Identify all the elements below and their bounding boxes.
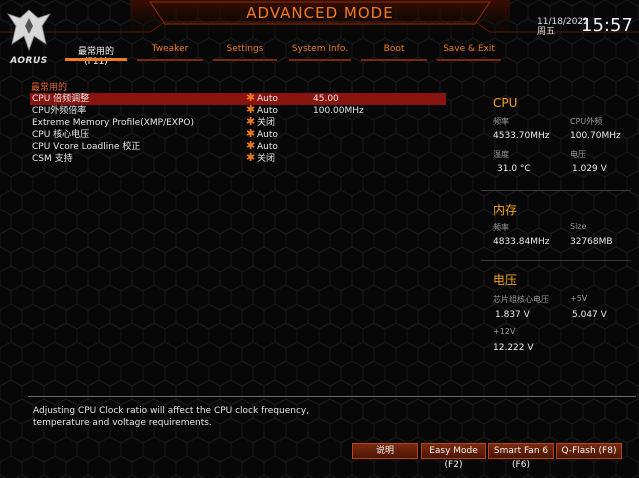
setting-row-cpu-ratio[interactable]: CPU 倍频调整 ✱ Auto 45.00 — [30, 92, 446, 105]
tab-save-exit[interactable]: Save & Exit — [437, 44, 501, 61]
memory-freq-value: 4833.84MHz — [493, 237, 550, 247]
mode-banner: ADVANCED MODE — [150, 0, 490, 28]
smart-fan-button[interactable]: Smart Fan 6 (F6) — [488, 443, 554, 470]
cpu-freq-value: 4533.70MHz — [493, 131, 550, 141]
memory-size-label: Size — [570, 222, 587, 231]
setting-row-cpu-bclk[interactable]: CPU外频倍率 ✱ Auto 100.00MHz — [30, 104, 446, 117]
setting-label: CPU外频倍率 — [32, 106, 87, 116]
help-divider — [28, 396, 636, 397]
time-display: 15:57 — [581, 15, 633, 36]
memory-size-value: 32768MB — [570, 237, 613, 247]
help-button[interactable]: 说明 — [352, 443, 418, 459]
tab-boot[interactable]: Boot — [361, 44, 427, 61]
eagle-icon — [7, 9, 51, 52]
memory-panel-title: 内存 — [493, 203, 518, 217]
cpu-temp-label: 温度 — [493, 150, 509, 159]
section-title: 最常用的 — [31, 83, 68, 93]
cpu-bclk-value: 100.70MHz — [570, 131, 621, 141]
setting-value[interactable]: 关闭 — [257, 153, 275, 165]
mode-title: ADVANCED MODE — [246, 4, 394, 22]
panel-divider — [481, 190, 631, 191]
setting-current-value: 45.00 — [313, 94, 339, 104]
setting-label: Extreme Memory Profile(XMP/EXPO) — [32, 118, 194, 128]
tab-favorites[interactable]: 最常用的 (F11) — [65, 44, 127, 67]
cpu-freq-label: 频率 — [493, 117, 509, 126]
qflash-button[interactable]: Q-Flash (F8) — [556, 443, 622, 459]
help-text: Adjusting CPU Clock ratio will affect th… — [33, 406, 310, 428]
memory-freq-label: 频率 — [493, 223, 509, 232]
chipset-voltage-value: 1.837 V — [495, 310, 530, 320]
tab-tweaker[interactable]: Tweaker — [137, 44, 203, 61]
voltage-panel-title: 电压 — [493, 273, 518, 287]
setting-row-vcore[interactable]: CPU 核心电压 ✱ Auto — [30, 128, 446, 141]
setting-label: CPU 倍频调整 — [32, 94, 90, 104]
chipset-voltage-label: 芯片组核心电压 — [493, 295, 549, 304]
star-icon: ✱ — [246, 151, 256, 164]
setting-label: CPU Vcore Loadline 校正 — [32, 142, 141, 152]
tab-settings[interactable]: Settings — [213, 44, 277, 61]
setting-value[interactable]: 关闭 — [257, 117, 275, 129]
setting-row-xmp[interactable]: Extreme Memory Profile(XMP/EXPO) ✱ 关闭 — [30, 116, 446, 129]
v5-value: 5.047 V — [572, 310, 607, 320]
setting-value[interactable]: Auto — [257, 129, 278, 141]
logo-text: AORUS — [10, 56, 48, 66]
setting-row-loadline[interactable]: CPU Vcore Loadline 校正 ✱ Auto — [30, 140, 446, 153]
aorus-logo: AORUS — [4, 4, 54, 68]
setting-value[interactable]: Auto — [257, 105, 278, 117]
setting-row-csm[interactable]: CSM 支持 ✱ 关闭 — [30, 151, 446, 165]
cpu-temp-value: 31.0 °C — [497, 164, 531, 174]
cpu-volt-value: 1.029 V — [572, 164, 607, 174]
tab-system-info[interactable]: System Info. — [289, 44, 351, 61]
setting-value[interactable]: Auto — [257, 93, 278, 105]
cpu-panel-title: CPU — [493, 96, 518, 110]
setting-label: CSM 支持 — [32, 154, 73, 164]
v12-label: +12V — [493, 327, 516, 336]
easy-mode-button[interactable]: Easy Mode (F2) — [421, 443, 486, 470]
cpu-bclk-label: CPU外频 — [570, 117, 603, 126]
v12-value: 12.222 V — [493, 343, 534, 353]
setting-label: CPU 核心电压 — [32, 130, 90, 140]
cpu-volt-label: 电压 — [570, 150, 586, 159]
v5-label: +5V — [570, 294, 588, 303]
panel-divider — [481, 260, 631, 261]
setting-current-value: 100.00MHz — [313, 106, 364, 116]
setting-value[interactable]: Auto — [257, 141, 278, 153]
